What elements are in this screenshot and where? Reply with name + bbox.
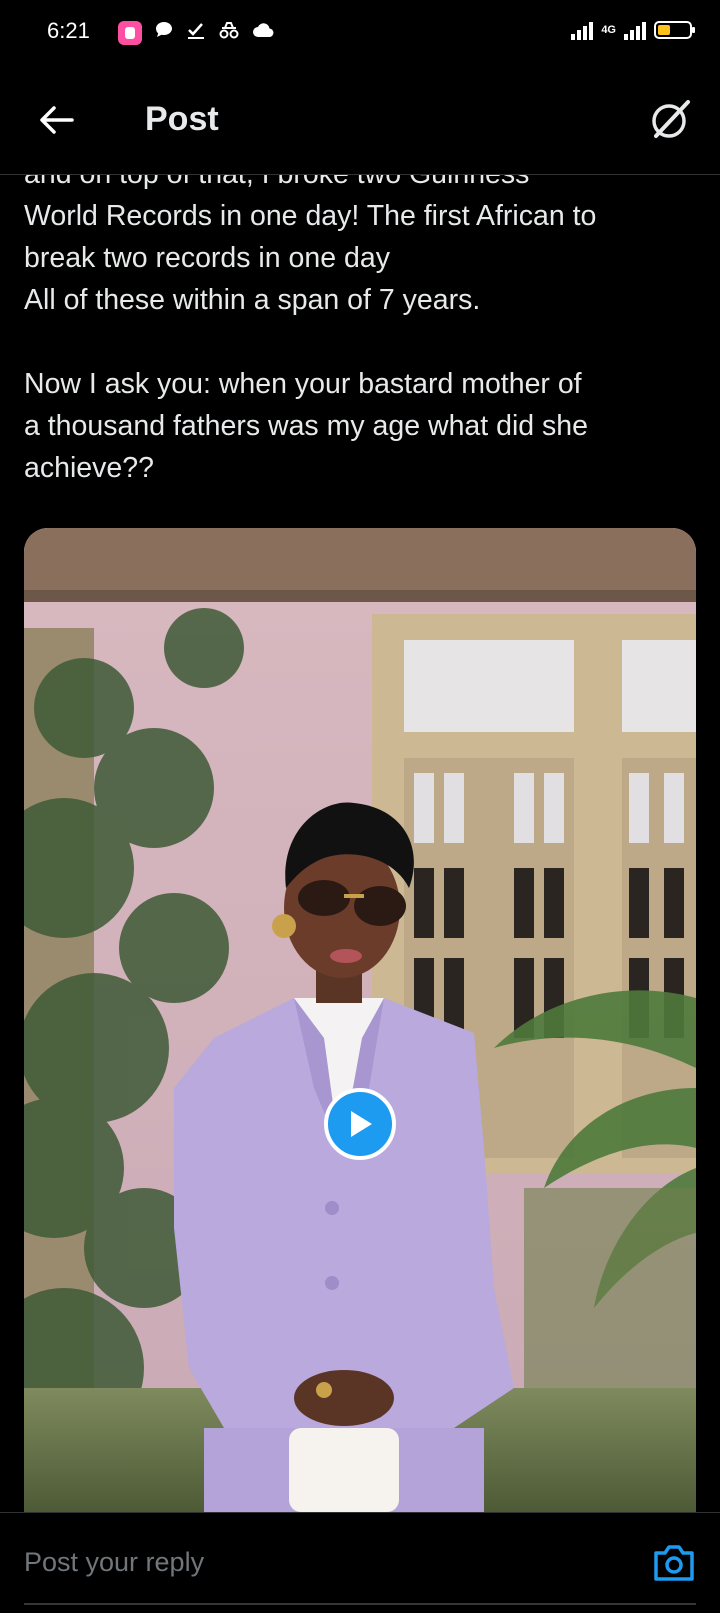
post-body: and on top of that, I broke two Guinness…	[24, 153, 704, 489]
check-icon	[186, 20, 206, 46]
system-icons: 4G	[571, 20, 695, 40]
play-icon	[351, 1111, 372, 1137]
notification-icons	[118, 20, 276, 46]
arrow-left-icon	[40, 106, 74, 134]
reply-bar: Post your reply	[0, 1512, 720, 1613]
app-badge-icon	[118, 21, 142, 45]
camera-icon	[654, 1545, 694, 1581]
grok-icon	[652, 100, 690, 138]
grok-button[interactable]	[646, 96, 694, 144]
status-bar: 6:21 4G	[0, 0, 720, 66]
network-type: 4G	[601, 24, 616, 36]
back-button[interactable]	[30, 94, 82, 146]
reply-input[interactable]: Post your reply	[24, 1547, 204, 1578]
signal-icon	[571, 20, 594, 40]
battery-icon	[654, 21, 695, 39]
page-title: Post	[145, 100, 219, 138]
top-app-bar: Post	[0, 66, 720, 175]
vpn-icon	[218, 20, 240, 46]
video-thumbnail	[24, 528, 696, 1512]
cloud-icon	[252, 21, 276, 45]
post-video[interactable]	[24, 528, 696, 1512]
camera-button[interactable]	[652, 1543, 696, 1583]
status-time: 6:21	[47, 18, 90, 43]
chat-bubble-icon	[154, 20, 174, 46]
post-text: World Records in one day! The first Afri…	[24, 200, 597, 484]
play-button[interactable]	[324, 1088, 396, 1160]
signal-icon-2	[624, 20, 646, 40]
reply-underline	[24, 1603, 696, 1605]
